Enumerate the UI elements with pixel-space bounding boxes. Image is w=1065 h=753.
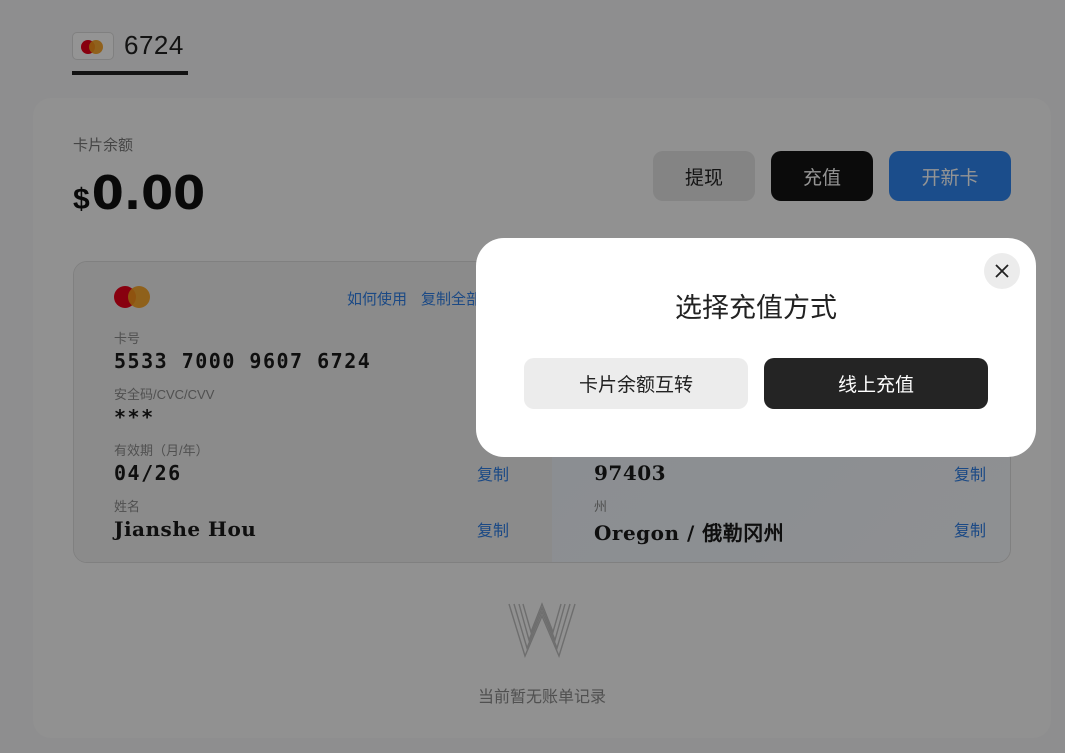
balance-transfer-button[interactable]: 卡片余额互转: [524, 358, 748, 409]
close-button[interactable]: [984, 253, 1020, 289]
topup-method-modal: 选择充值方式 卡片余额互转 线上充值: [476, 238, 1036, 457]
close-icon: [995, 264, 1009, 278]
modal-title: 选择充值方式: [675, 293, 837, 323]
online-topup-button[interactable]: 线上充值: [764, 358, 988, 409]
